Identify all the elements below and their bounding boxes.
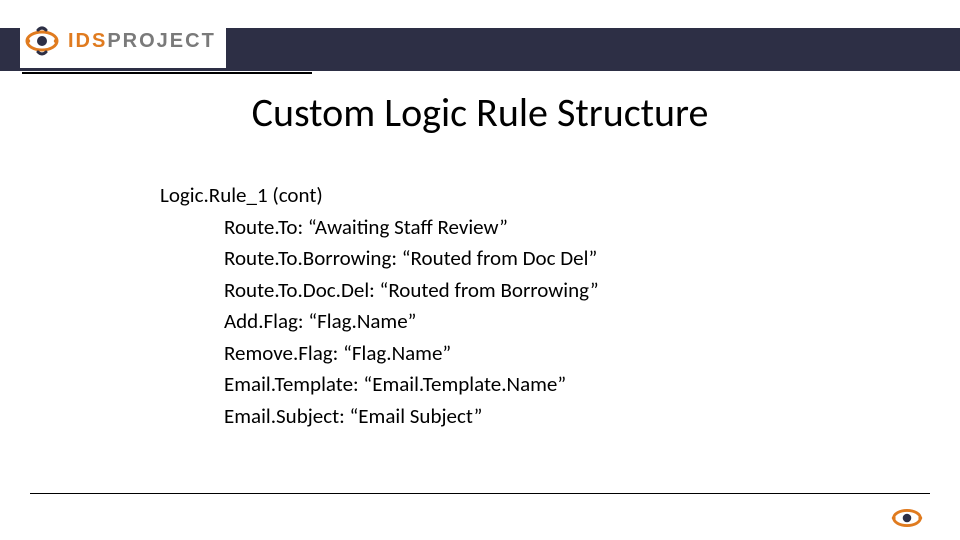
rule-item: Email.Template: “Email.Template.Name” <box>224 369 599 401</box>
eye-icon <box>888 504 926 532</box>
eye-icon <box>22 21 62 61</box>
rule-item: Route.To.Doc.Del: “Routed from Borrowing… <box>224 275 599 307</box>
rule-value: “Email.Template.Name” <box>363 371 566 397</box>
brand-logo: IDSPROJECT <box>20 14 226 68</box>
brand-name-part1: IDS <box>68 30 107 52</box>
rule-value: “Awaiting Staff Review” <box>308 214 508 240</box>
footer-divider <box>30 493 930 494</box>
rule-key: Email.Subject: <box>224 403 345 429</box>
rule-value: “Flag.Name” <box>343 340 451 366</box>
slide-title: Custom Logic Rule Structure <box>0 88 960 137</box>
rule-value: “Email Subject” <box>350 403 483 429</box>
brand-name-part2: PROJECT <box>107 30 215 52</box>
rule-item: Route.To.Borrowing: “Routed from Doc Del… <box>224 243 599 275</box>
brand-wordmark: IDSPROJECT <box>68 30 216 53</box>
rule-section-label: Logic.Rule_1 (cont) <box>160 180 599 212</box>
rule-value: “Flag.Name” <box>308 308 416 334</box>
rule-key: Route.To.Borrowing: <box>224 245 397 271</box>
rule-key: Email.Template: <box>224 371 359 397</box>
rule-item: Email.Subject: “Email Subject” <box>224 401 599 433</box>
rule-key: Remove.Flag: <box>224 340 338 366</box>
rule-value: “Routed from Borrowing” <box>380 277 599 303</box>
rule-items: Route.To: “Awaiting Staff Review” Route.… <box>224 212 599 433</box>
slide-body: Logic.Rule_1 (cont) Route.To: “Awaiting … <box>160 180 599 432</box>
rule-key: Route.To: <box>224 214 303 240</box>
rule-item: Add.Flag: “Flag.Name” <box>224 306 599 338</box>
rule-key: Add.Flag: <box>224 308 304 334</box>
rule-item: Remove.Flag: “Flag.Name” <box>224 338 599 370</box>
rule-value: “Routed from Doc Del” <box>402 245 598 271</box>
header-underline <box>22 72 312 74</box>
rule-key: Route.To.Doc.Del: <box>224 277 375 303</box>
rule-item: Route.To: “Awaiting Staff Review” <box>224 212 599 244</box>
